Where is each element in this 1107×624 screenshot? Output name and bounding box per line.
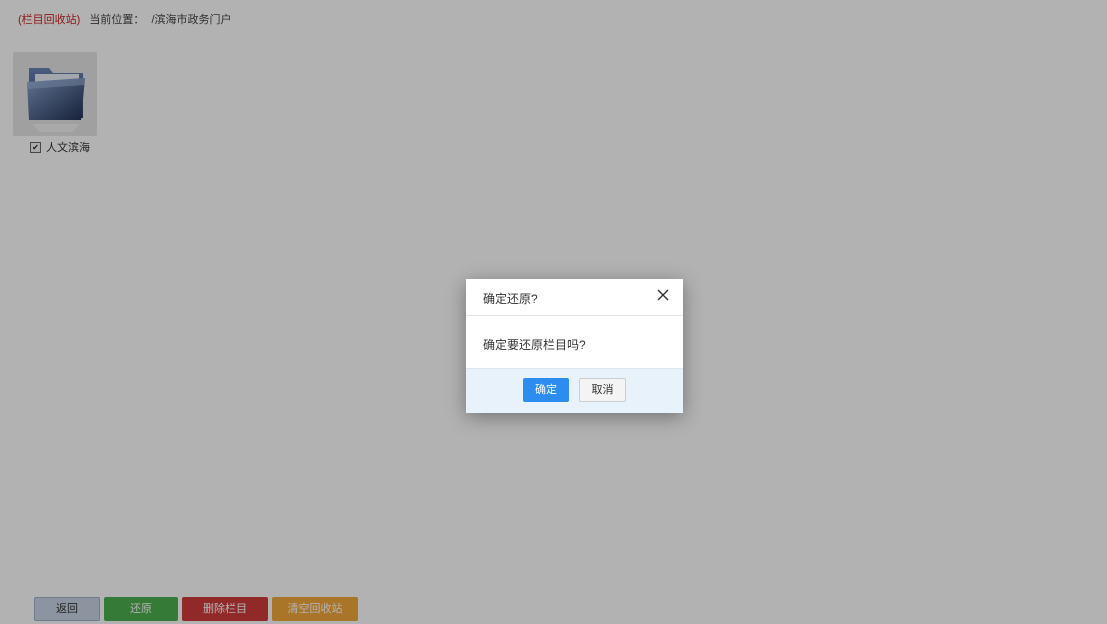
dialog-footer: 确定 取消 <box>466 368 683 413</box>
cancel-button[interactable]: 取消 <box>579 378 626 402</box>
confirm-restore-dialog: 确定还原? 确定要还原栏目吗? 确定 取消 <box>466 279 683 413</box>
dialog-title: 确定还原? <box>483 292 538 306</box>
dialog-header: 确定还原? <box>466 279 683 316</box>
dialog-message: 确定要还原栏目吗? <box>483 338 586 352</box>
confirm-button[interactable]: 确定 <box>523 378 569 402</box>
close-icon[interactable] <box>656 288 670 302</box>
dialog-body: 确定要还原栏目吗? <box>466 316 683 369</box>
